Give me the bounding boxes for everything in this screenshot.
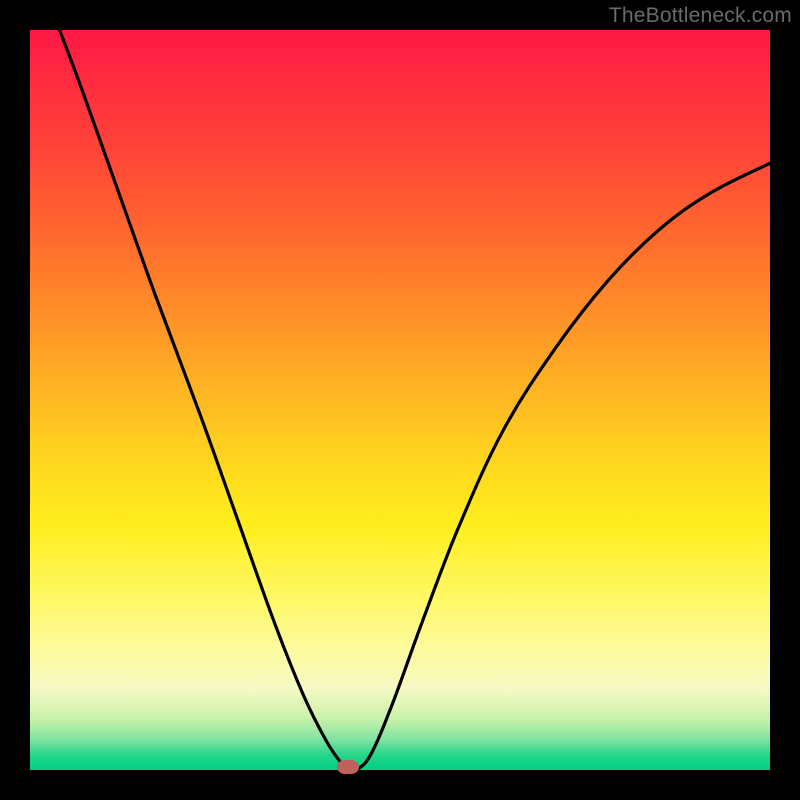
plot-area bbox=[30, 30, 770, 770]
watermark-text: TheBottleneck.com bbox=[609, 4, 792, 28]
bottleneck-curve bbox=[60, 30, 770, 772]
chart-frame: TheBottleneck.com bbox=[0, 0, 800, 800]
curve-svg bbox=[30, 30, 770, 770]
minimum-marker bbox=[337, 760, 359, 774]
